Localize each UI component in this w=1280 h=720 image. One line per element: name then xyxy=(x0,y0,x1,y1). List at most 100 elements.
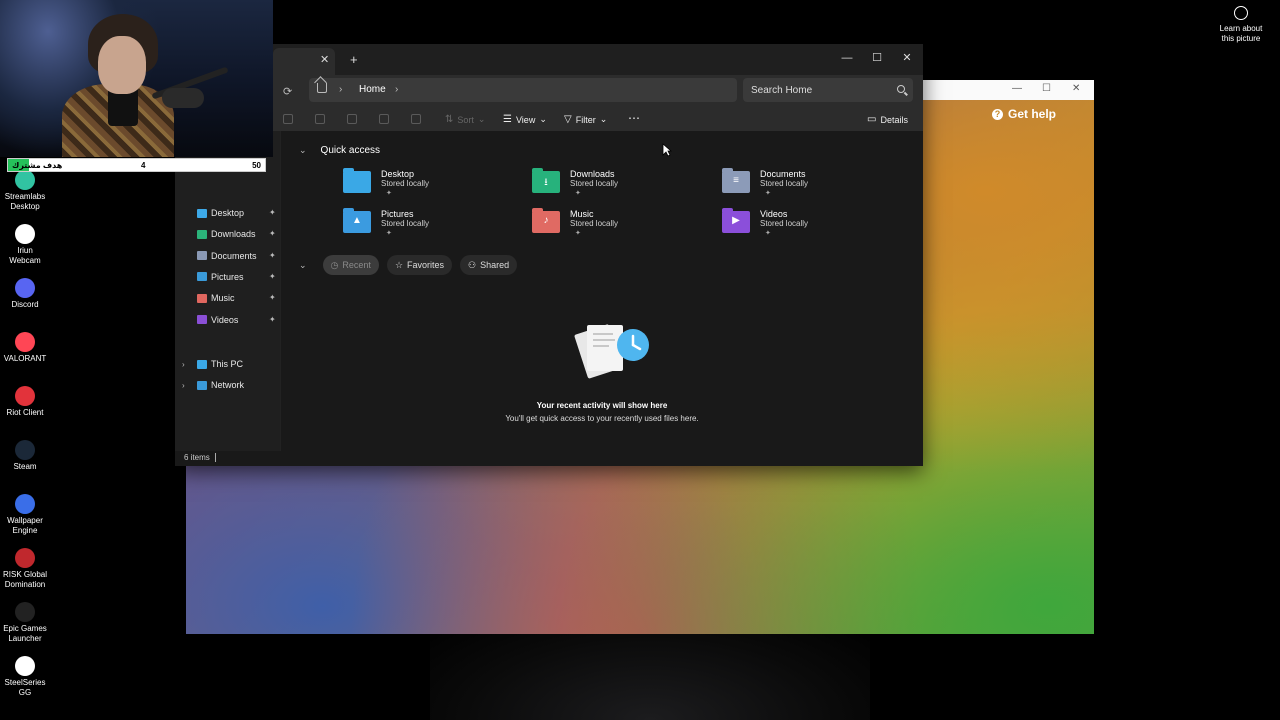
videos-folder-icon xyxy=(197,315,207,324)
favorites-filter-button[interactable]: ☆ Favorites xyxy=(386,255,453,275)
desktop-icon-label: Iriun xyxy=(17,246,33,255)
tab-close-icon[interactable]: ✕ xyxy=(320,53,329,66)
pin-icon: ✦ xyxy=(269,271,276,281)
desktop-icon-label: Launcher xyxy=(8,634,42,643)
desktop-icon[interactable]: Wallpaper Engine xyxy=(0,494,50,536)
pin-icon: ✦ xyxy=(269,250,276,260)
filter-button[interactable]: ▽ Filter ⌄ xyxy=(564,114,607,125)
downloads-folder-icon xyxy=(197,229,207,239)
breadcrumb-home[interactable]: Home xyxy=(359,84,386,95)
chevron-right-icon[interactable]: › xyxy=(339,84,342,95)
quick-access-pictures[interactable]: ▲ Pictures Stored locally ✦ xyxy=(343,208,493,243)
expand-icon[interactable]: › xyxy=(182,360,185,369)
pin-icon: ✦ xyxy=(269,293,276,303)
get-help-heading: ? Get help xyxy=(992,107,1056,121)
expand-icon[interactable]: › xyxy=(182,381,185,390)
videos-folder-icon: ▶ xyxy=(722,208,750,233)
quick-access-documents[interactable]: ≡ Documents Stored locally ✦ xyxy=(722,168,872,203)
pin-icon: ✦ xyxy=(765,230,771,237)
quick-access-header[interactable]: ⌄ Quick access xyxy=(299,145,380,156)
quick-access-music[interactable]: ♪ Music Stored locally ✦ xyxy=(532,208,682,243)
status-divider xyxy=(215,453,216,462)
maximize-icon[interactable]: ☐ xyxy=(1042,83,1051,94)
shared-filter-button[interactable]: ⚇ Shared xyxy=(460,255,518,275)
view-button[interactable]: ☰ View ⌄ xyxy=(503,114,547,125)
pin-icon: ✦ xyxy=(575,190,581,197)
recent-label: Recent xyxy=(342,260,371,270)
desktop-icon[interactable]: RISK Global Domination xyxy=(0,548,50,590)
sidebar-item-documents[interactable]: Documents ✦ xyxy=(197,248,276,264)
desktop-icon[interactable]: Riot Client xyxy=(0,386,50,418)
desktop-icon[interactable]: Iriun Webcam xyxy=(0,224,50,266)
desktop-icon-label: Webcam xyxy=(9,256,41,265)
desktop-icon[interactable]: Steam xyxy=(0,440,50,472)
quick-access-desktop[interactable]: Desktop Stored locally ✦ xyxy=(343,168,493,203)
close-icon[interactable]: ✕ xyxy=(892,48,922,68)
sidebar-item-videos[interactable]: Videos ✦ xyxy=(197,312,276,328)
search-box[interactable] xyxy=(743,78,913,102)
chevron-right-icon[interactable]: › xyxy=(395,84,398,95)
home-content: ⌄ Quick access ⌄ ◷ Recent ☆ Favorites ⚇ Sha… xyxy=(280,131,923,451)
details-button[interactable]: ▭ Details xyxy=(867,114,908,125)
desktop-icon-label: Epic Games xyxy=(3,624,47,633)
sidebar-item-network[interactable]: Network xyxy=(197,377,244,393)
cut-icon[interactable] xyxy=(283,114,293,124)
empty-state-subtitle: You'll get quick access to your recently… xyxy=(505,414,699,423)
chevron-down-icon[interactable]: ⌄ xyxy=(299,260,307,271)
discord-icon xyxy=(15,278,35,298)
camera-icon xyxy=(1234,6,1248,20)
sidebar-item-music[interactable]: Music ✦ xyxy=(197,290,276,306)
share-icon[interactable] xyxy=(379,114,389,124)
downloads-folder-icon: ⭳ xyxy=(532,168,560,193)
help-icon: ? xyxy=(992,108,1003,120)
desktop-icon-label: Streamlabs xyxy=(4,192,46,201)
paste-icon[interactable] xyxy=(347,114,357,124)
refresh-icon[interactable]: ⟳ xyxy=(283,85,292,98)
quick-access-videos[interactable]: ▶ Videos Stored locally ✦ xyxy=(722,208,872,243)
people-icon: ⚇ xyxy=(468,259,477,270)
pin-icon: ✦ xyxy=(269,229,276,239)
sidebar-item-desktop[interactable]: Desktop ✦ xyxy=(197,205,276,221)
desktop-icon[interactable]: SteelSeries GG xyxy=(0,656,50,698)
get-help-label: Get help xyxy=(1008,107,1057,121)
delete-icon[interactable] xyxy=(411,114,421,124)
quick-access-location: Stored locally xyxy=(570,219,619,228)
music-folder-icon xyxy=(197,293,207,303)
sidebar-item-label: Downloads xyxy=(211,229,256,240)
address-bar[interactable]: › Home › xyxy=(309,78,737,102)
new-tab-icon[interactable]: + xyxy=(350,52,358,67)
copy-icon[interactable] xyxy=(315,114,325,124)
sidebar-item-this-pc[interactable]: This PC xyxy=(197,356,243,372)
chevron-down-icon: ⌄ xyxy=(477,114,486,124)
search-icon[interactable] xyxy=(897,85,905,93)
learn-line-2: this picture xyxy=(1221,34,1261,43)
minimize-icon[interactable]: — xyxy=(1012,83,1022,94)
quick-access-downloads[interactable]: ⭳ Downloads Stored locally ✦ xyxy=(532,168,682,203)
valorant-icon xyxy=(15,332,35,352)
steam-icon xyxy=(15,440,35,460)
sidebar-item-label: Network xyxy=(211,380,245,390)
desktop-icon-label: SteelSeries xyxy=(4,678,46,687)
close-icon[interactable]: ✕ xyxy=(1072,83,1080,94)
sidebar-item-downloads[interactable]: Downloads ✦ xyxy=(197,226,276,242)
desktop-folder-icon xyxy=(197,208,207,218)
maximize-icon[interactable]: ☐ xyxy=(862,48,892,68)
home-icon[interactable] xyxy=(317,83,327,93)
recent-filter-button[interactable]: ◷ Recent xyxy=(322,255,379,275)
minimize-icon[interactable]: — xyxy=(832,48,862,68)
desktop-icon[interactable]: VALORANT xyxy=(0,332,50,364)
chevron-down-icon[interactable]: ⌄ xyxy=(299,145,307,156)
desktop-icon[interactable]: Epic Games Launcher xyxy=(0,602,50,644)
file-explorer-window[interactable]: ✕ + — ☐ ✕ ⟳ › Home › ⇅Sort⌄ xyxy=(175,44,923,466)
more-options-icon[interactable]: ⋯ xyxy=(628,111,640,125)
sort-button[interactable]: ⇅ Sort ⌄ xyxy=(445,114,485,125)
steelseries-icon xyxy=(15,656,35,676)
search-input[interactable] xyxy=(751,83,891,97)
desktop-icon[interactable]: Discord xyxy=(0,278,50,310)
sidebar-item-pictures[interactable]: Pictures ✦ xyxy=(197,269,276,285)
desktop-icon[interactable]: Streamlabs Desktop xyxy=(0,170,50,212)
pin-icon: ✦ xyxy=(269,314,276,324)
learn-about-picture[interactable]: Learn about this picture xyxy=(1212,6,1270,44)
shared-label: Shared xyxy=(480,260,510,270)
pin-icon: ✦ xyxy=(386,190,392,197)
